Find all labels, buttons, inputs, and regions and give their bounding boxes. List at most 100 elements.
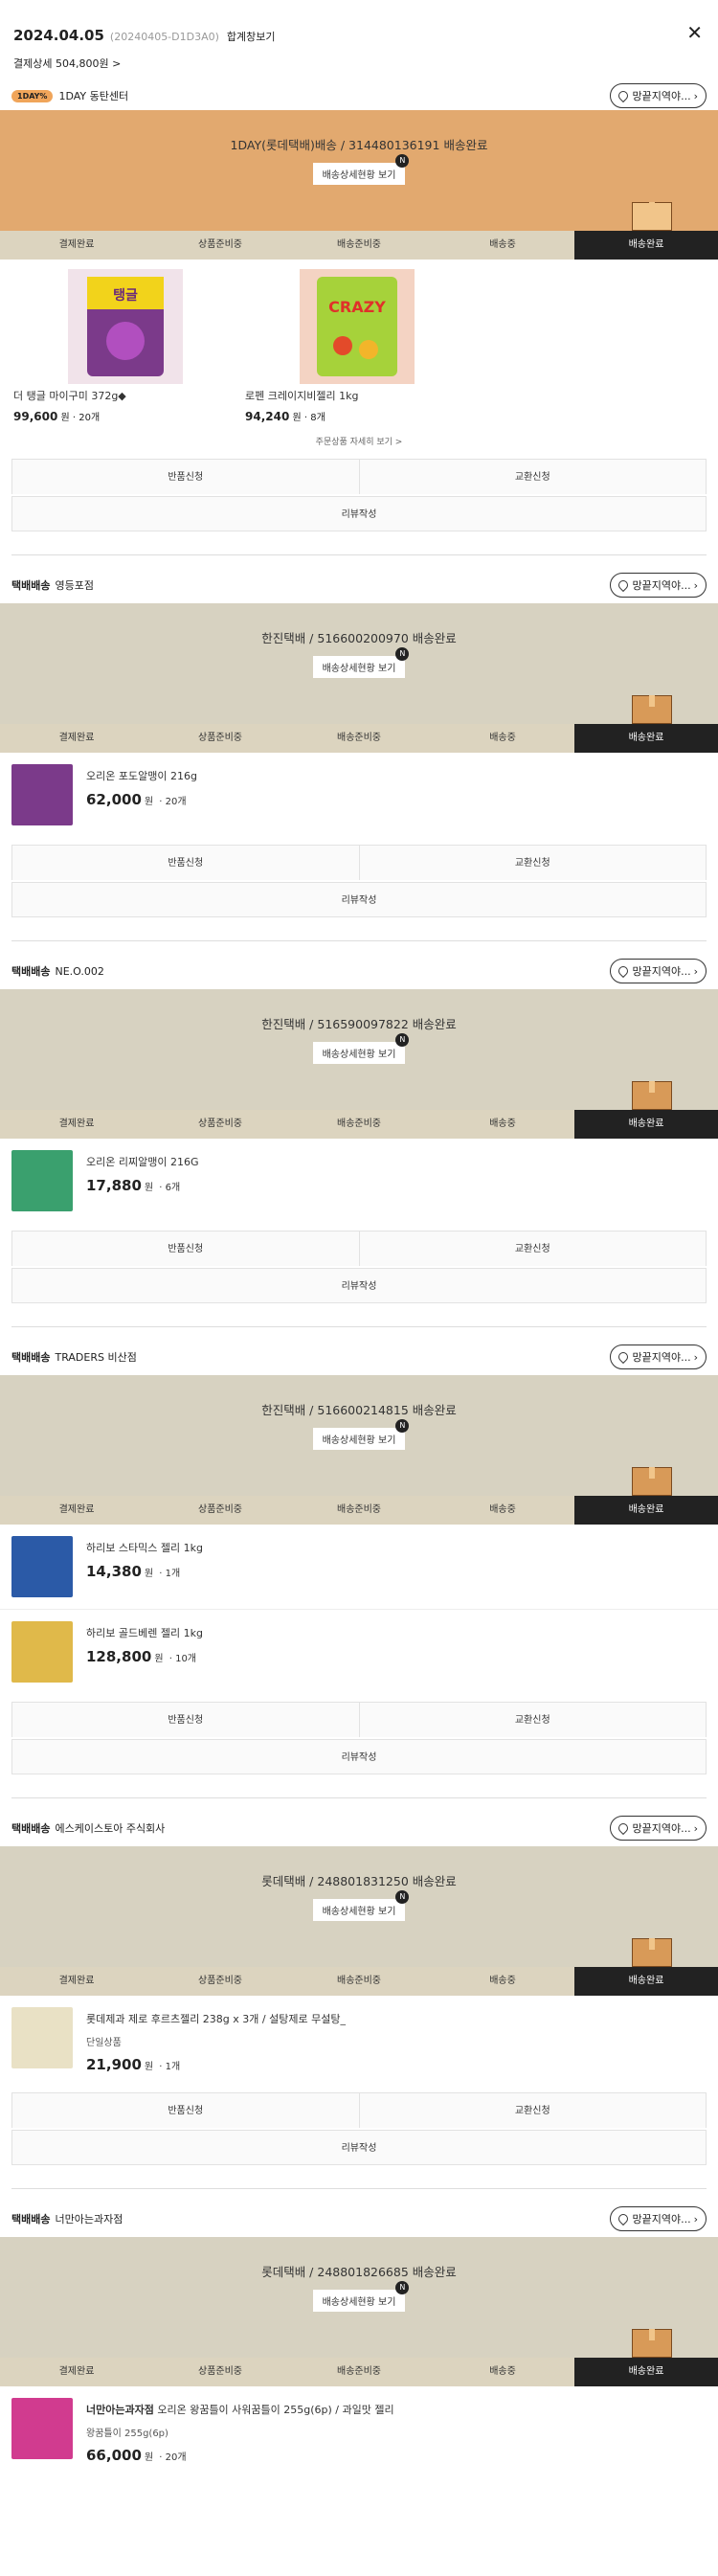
step-ready: 배송준비중 bbox=[337, 733, 381, 743]
delivery-detail-button[interactable]: 배송상세현황 보기 N bbox=[312, 2281, 410, 2312]
step-preparing: 상품준비중 bbox=[198, 2366, 242, 2377]
order-header: 2024.04.05 (20240405-D1D3A0) 합계창보기 결제상세 … bbox=[0, 0, 718, 81]
review-button[interactable]: 리뷰작성 bbox=[11, 882, 707, 917]
seller-name: 에스케이스토아 주식회사 bbox=[55, 1822, 166, 1835]
delivery-detail-button[interactable]: 배송상세현황 보기 N bbox=[312, 154, 410, 185]
step-shipping: 배송중 bbox=[489, 239, 516, 250]
pin-icon bbox=[616, 963, 630, 979]
product-option: 왕꿈틀이 255g(6p) bbox=[86, 2429, 168, 2439]
carrier-status: 한진택배 / 516600214815 배송완료 bbox=[261, 1403, 457, 1417]
shipping-type: 택배배송 bbox=[11, 579, 51, 592]
delivery-detail-button[interactable]: 배송상세현황 보기 N bbox=[312, 647, 410, 678]
review-button[interactable]: 리뷰작성 bbox=[11, 2130, 707, 2165]
delivery-banner: 한진택배 / 516600200970 배송완료 배송상세현황 보기 N bbox=[0, 603, 718, 724]
pin-icon bbox=[616, 88, 630, 103]
product-image bbox=[11, 2398, 73, 2459]
svg-text:CRAZY: CRAZY bbox=[328, 298, 386, 316]
action-buttons: 반품신청 교환신청 리뷰작성 bbox=[0, 1702, 718, 1774]
close-icon[interactable]: ✕ bbox=[686, 23, 703, 42]
seller-name: 너만아는과자점 bbox=[55, 2213, 123, 2226]
delivery-detail-button[interactable]: 배송상세현황 보기 N bbox=[312, 1033, 410, 1064]
review-button[interactable]: 리뷰작성 bbox=[11, 1268, 707, 1303]
return-button[interactable]: 반품신청 bbox=[12, 2093, 359, 2128]
exchange-button[interactable]: 교환신청 bbox=[358, 846, 706, 880]
new-badge: N bbox=[395, 1890, 410, 1904]
step-delivered: 배송완료 bbox=[574, 1496, 718, 1525]
location-button[interactable]: 망끝지역야... › bbox=[609, 573, 707, 598]
delivery-steps: 결제완료 상품준비중 배송준비중 배송중 배송완료 bbox=[0, 1496, 718, 1525]
chevron-right-icon: › bbox=[693, 964, 698, 978]
exchange-button[interactable]: 교환신청 bbox=[358, 2093, 706, 2128]
box-icon bbox=[632, 1938, 672, 1967]
delivery-detail-button[interactable]: 배송상세현황 보기 N bbox=[312, 1890, 410, 1921]
payment-detail-link[interactable]: 결제상세 504,800원 > bbox=[13, 56, 705, 71]
product-item[interactable]: 너만아는과자점 오리온 왕꿈틀이 사워꿈틀이 255g(6p) / 과일맛 젤리… bbox=[0, 2386, 718, 2475]
chevron-right-icon: › bbox=[693, 1350, 698, 1364]
product-image bbox=[11, 1536, 73, 1597]
product-item[interactable]: 하리보 스타믹스 젤리 1kg 14,380 원 · 1개 bbox=[0, 1525, 718, 1609]
product-image bbox=[11, 1621, 73, 1683]
step-payment: 결제완료 bbox=[58, 733, 95, 743]
location-button[interactable]: 망끝지역야... › bbox=[609, 959, 707, 983]
box-icon bbox=[632, 202, 672, 231]
exchange-button[interactable]: 교환신청 bbox=[358, 1703, 706, 1737]
location-button[interactable]: 망끝지역야... › bbox=[609, 2206, 707, 2231]
merge-view-link[interactable]: 합계창보기 bbox=[227, 29, 276, 44]
step-preparing: 상품준비중 bbox=[198, 1976, 242, 1986]
return-button[interactable]: 반품신청 bbox=[12, 1232, 359, 1266]
seller-name: 영등포점 bbox=[55, 579, 94, 592]
delivery-detail-button[interactable]: 배송상세현황 보기 N bbox=[312, 1419, 410, 1450]
location-button[interactable]: 망끝지역야... › bbox=[609, 83, 707, 108]
action-buttons: 반품신청 교환신청 리뷰작성 bbox=[0, 1231, 718, 1303]
return-button[interactable]: 반품신청 bbox=[12, 846, 359, 880]
gallery-item[interactable]: CRAZY 로펜 크레이지비젤리 1kg 94,240 원 · 8개 bbox=[245, 269, 469, 423]
delivery-steps: 결제완료 상품준비중 배송준비중 배송중 배송완료 bbox=[0, 1967, 718, 1996]
shipping-type: 택배배송 bbox=[11, 2213, 51, 2226]
product-item[interactable]: 하리보 골드베렌 젤리 1kg 128,800 원 · 10개 bbox=[0, 1609, 718, 1694]
return-button[interactable]: 반품신청 bbox=[12, 1703, 359, 1737]
shipment-header: 택배배송 영등포점 망끝지역야... › bbox=[0, 571, 718, 599]
step-ready: 배송준비중 bbox=[337, 1504, 381, 1515]
return-button[interactable]: 반품신청 bbox=[12, 460, 359, 494]
product-item[interactable]: 오리온 리찌알맹이 216G 17,880 원 · 6개 bbox=[0, 1139, 718, 1223]
gallery-item[interactable]: 탱글 더 탱글 마이구미 372g◆ 99,600 원 · 20개 bbox=[13, 269, 237, 423]
step-preparing: 상품준비중 bbox=[198, 733, 242, 743]
shipping-type: 택배배송 bbox=[11, 1351, 51, 1364]
1day-logo: 1DAY% bbox=[11, 89, 54, 102]
new-badge: N bbox=[395, 2281, 410, 2294]
pin-icon bbox=[616, 2211, 630, 2226]
box-icon bbox=[632, 695, 672, 724]
product-name: 하리보 스타믹스 젤리 1kg bbox=[86, 1542, 203, 1554]
product-name: 롯데제과 제로 후르츠젤리 238g x 3개 / 설탕제로 무설탕_ bbox=[86, 2013, 346, 2025]
step-delivered: 배송완료 bbox=[574, 1110, 718, 1139]
location-button[interactable]: 망끝지역야... › bbox=[609, 1816, 707, 1841]
product-item[interactable]: 오리온 포도알맹이 216g 62,000 원 · 20개 bbox=[0, 753, 718, 837]
location-button[interactable]: 망끝지역야... › bbox=[609, 1344, 707, 1369]
delivery-banner: 1DAY(롯데택배)배송 / 314480136191 배송완료 배송상세현황 … bbox=[0, 110, 718, 231]
action-buttons: 반품신청 교환신청 리뷰작성 bbox=[0, 845, 718, 917]
box-icon bbox=[632, 2329, 672, 2358]
shipment-header: 1DAY% 1DAY 동탄센터 망끝지역야... › bbox=[0, 81, 718, 110]
delivery-banner: 한진택배 / 516600214815 배송완료 배송상세현황 보기 N bbox=[0, 1375, 718, 1496]
product-name: 오리온 리찌알맹이 216G bbox=[86, 1156, 199, 1168]
product-image bbox=[11, 2007, 73, 2068]
delivery-steps: 결제완료 상품준비중 배송준비중 배송중 배송완료 bbox=[0, 231, 718, 260]
carrier-status: 롯데택배 / 248801831250 배송완료 bbox=[261, 1874, 457, 1888]
step-shipping: 배송중 bbox=[489, 2366, 516, 2377]
step-delivered: 배송완료 bbox=[574, 231, 718, 260]
delivery-banner: 한진택배 / 516590097822 배송완료 배송상세현황 보기 N bbox=[0, 989, 718, 1110]
product-item[interactable]: 롯데제과 제로 후르츠젤리 238g x 3개 / 설탕제로 무설탕_ 단일상품… bbox=[0, 1996, 718, 2085]
shipment-header: 택배배송 에스케이스토아 주식회사 망끝지역야... › bbox=[0, 1814, 718, 1842]
exchange-button[interactable]: 교환신청 bbox=[358, 1232, 706, 1266]
step-shipping: 배송중 bbox=[489, 1119, 516, 1129]
exchange-button[interactable]: 교환신청 bbox=[358, 460, 706, 494]
delivery-banner: 롯데택배 / 248801826685 배송완료 배송상세현황 보기 N bbox=[0, 2237, 718, 2358]
box-icon bbox=[632, 1467, 672, 1496]
review-button[interactable]: 리뷰작성 bbox=[11, 1739, 707, 1774]
action-buttons: 반품신청 교환신청 리뷰작성 bbox=[0, 2092, 718, 2165]
carrier-status: 롯데택배 / 248801826685 배송완료 bbox=[261, 2265, 457, 2279]
product-gallery: 탱글 더 탱글 마이구미 372g◆ 99,600 원 · 20개 CRAZY … bbox=[0, 269, 718, 423]
pin-icon bbox=[616, 1349, 630, 1365]
review-button[interactable]: 리뷰작성 bbox=[11, 496, 707, 531]
gallery-more-link[interactable]: 주문상품 자세히 보기 > bbox=[0, 435, 718, 447]
